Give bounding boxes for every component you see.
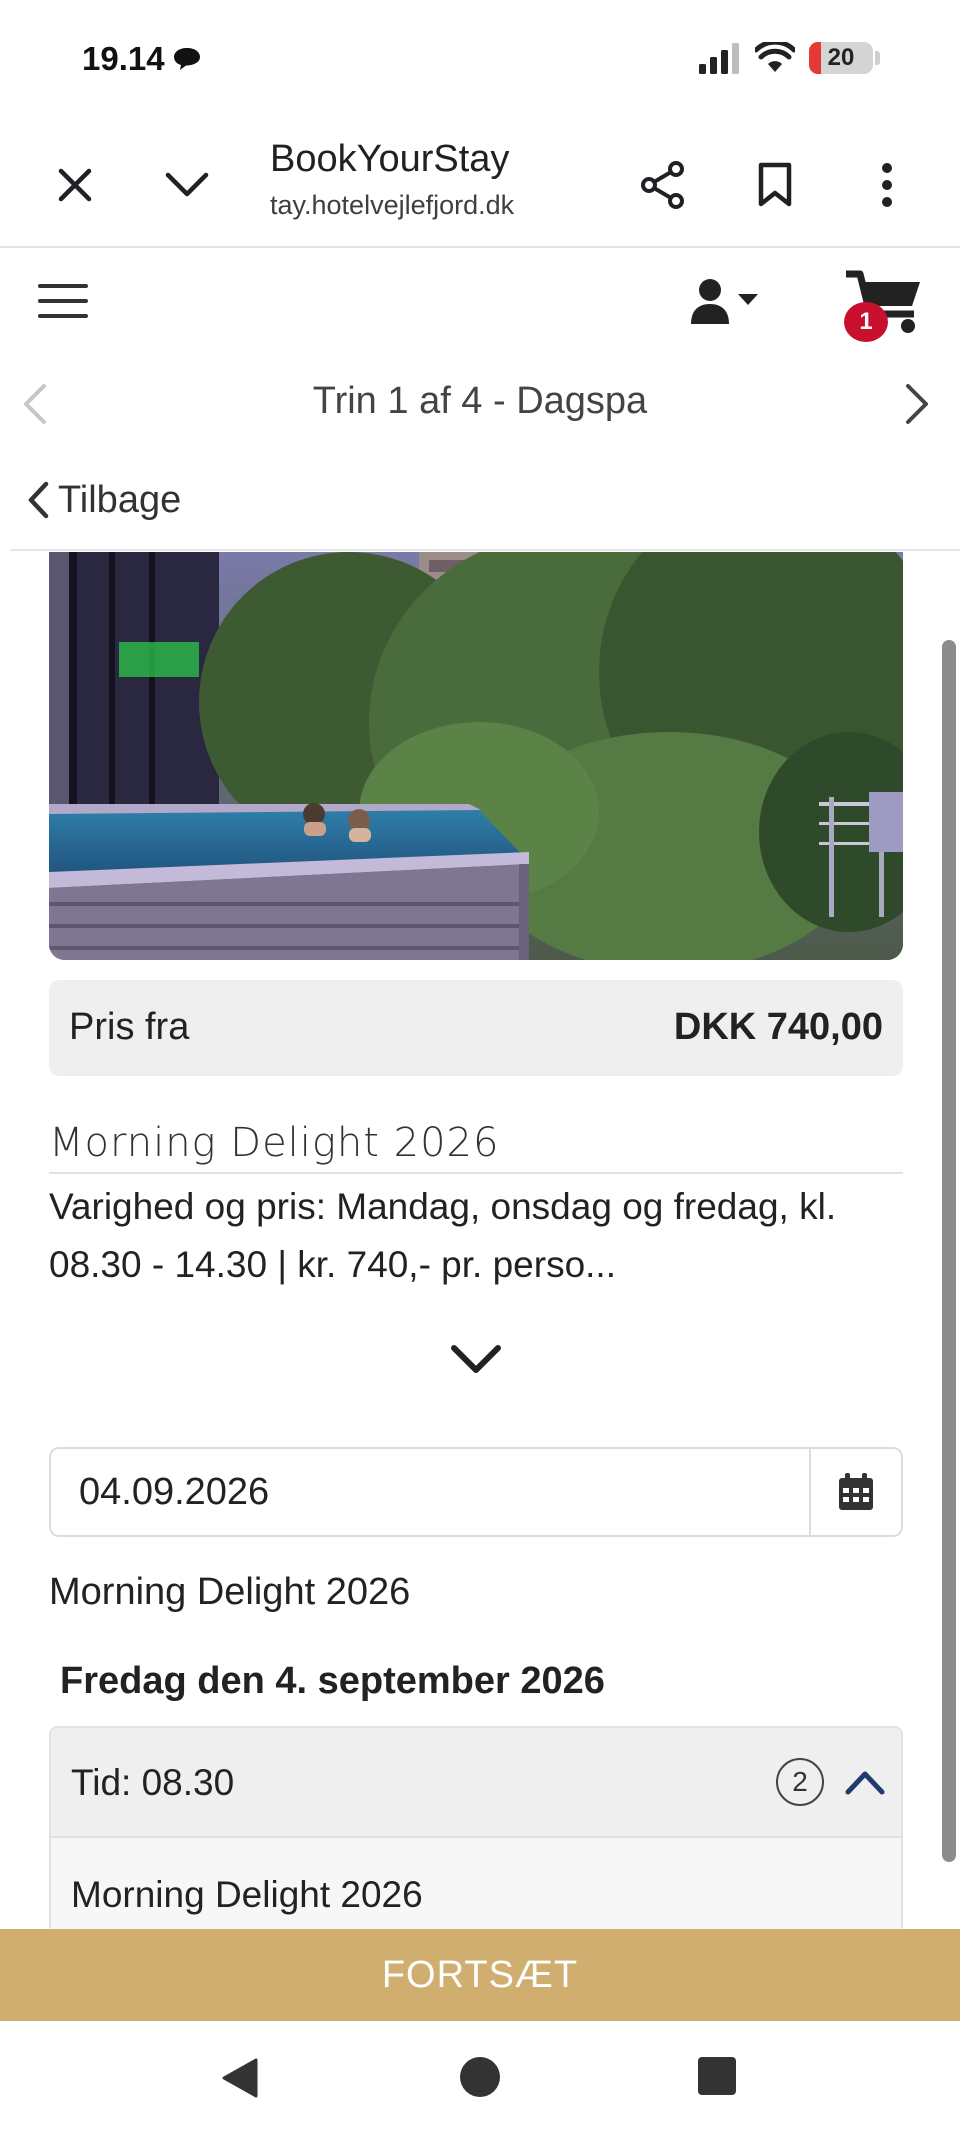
slot-count-badge: 2 <box>776 1758 824 1806</box>
next-step-icon[interactable] <box>898 382 938 426</box>
step-navigation: Trin 1 af 4 - Dagspa <box>0 362 960 442</box>
cart-count-badge: 1 <box>844 302 888 342</box>
minimize-tab-button[interactable] <box>152 150 222 220</box>
chevron-left-icon <box>28 481 49 519</box>
nav-home-icon[interactable] <box>460 2057 500 2097</box>
more-options-button[interactable] <box>852 150 922 220</box>
site-header <box>0 250 960 350</box>
product-description: Varighed og pris: Mandag, onsdag og fred… <box>49 1186 837 1285</box>
bookmark-button[interactable] <box>740 150 810 220</box>
continue-button[interactable]: FORTSÆT <box>0 1929 960 2021</box>
nav-back-icon[interactable] <box>218 2057 260 2099</box>
calendar-button[interactable] <box>809 1449 901 1535</box>
status-time: 19.14 <box>82 40 165 77</box>
chevron-down-icon <box>165 172 209 197</box>
close-tab-button[interactable] <box>40 150 110 220</box>
price-box: Pris fra DKK 740,00 <box>49 980 903 1076</box>
price-value: DKK 740,00 <box>673 1006 883 1048</box>
bookmark-icon <box>758 162 792 207</box>
calendar-icon <box>839 1473 873 1510</box>
nav-recent-apps-icon[interactable] <box>698 2057 736 2095</box>
divider <box>10 549 960 551</box>
browser-toolbar: BookYourStay tay.hotelvejlefjord.dk <box>0 120 960 248</box>
date-input[interactable] <box>51 1449 811 1535</box>
user-menu-button[interactable] <box>690 278 770 326</box>
menu-icon-line <box>38 284 88 288</box>
back-label: Tilbage <box>58 478 182 521</box>
time-slot-panel: Tid: 08.30 2 Morning Delight 2026 <box>49 1726 903 1946</box>
share-icon <box>641 161 684 209</box>
signal-icon <box>699 43 739 74</box>
status-icons: 20 <box>699 40 880 76</box>
menu-button[interactable] <box>38 284 88 320</box>
product-title: Morning Delight 2026 <box>49 1120 500 1166</box>
slot-package-item[interactable]: Morning Delight 2026 <box>71 1874 423 1916</box>
hero-image <box>49 552 903 960</box>
back-link[interactable]: Tilbage <box>26 470 181 530</box>
chevron-up-icon[interactable] <box>843 1764 887 1800</box>
step-indicator: Trin 1 af 4 - Dagspa <box>312 380 648 422</box>
time-slot-label: Tid: 08.30 <box>71 1762 235 1803</box>
page-title: BookYourStay <box>270 138 510 180</box>
system-nav-bar <box>0 2021 960 2133</box>
time-slot-header[interactable]: Tid: 08.30 2 <box>51 1728 901 1838</box>
battery-icon: 20 <box>809 42 873 74</box>
spa-photo <box>49 552 903 960</box>
battery-tip <box>875 51 880 65</box>
date-heading: Fredag den 4. september 2026 <box>60 1660 605 1702</box>
scrollbar-thumb[interactable] <box>942 640 956 1862</box>
user-icon <box>691 279 758 324</box>
wifi-icon <box>755 42 795 72</box>
battery-level: 20 <box>827 44 855 71</box>
page-url[interactable]: tay.hotelvejlefjord.dk <box>270 190 514 221</box>
status-bar: 19.14 20 <box>0 0 960 120</box>
share-button[interactable] <box>628 150 698 220</box>
divider <box>49 1172 903 1174</box>
close-icon <box>58 168 92 202</box>
menu-icon-line <box>38 299 88 303</box>
date-picker <box>49 1447 903 1537</box>
message-icon <box>174 48 200 70</box>
more-vert-icon <box>882 163 892 207</box>
chevron-down-icon <box>451 1345 501 1373</box>
expand-description-button[interactable] <box>448 1340 504 1380</box>
menu-icon-line <box>38 314 88 318</box>
price-label: Pris fra <box>69 1006 190 1048</box>
package-name: Morning Delight 2026 <box>49 1571 411 1613</box>
